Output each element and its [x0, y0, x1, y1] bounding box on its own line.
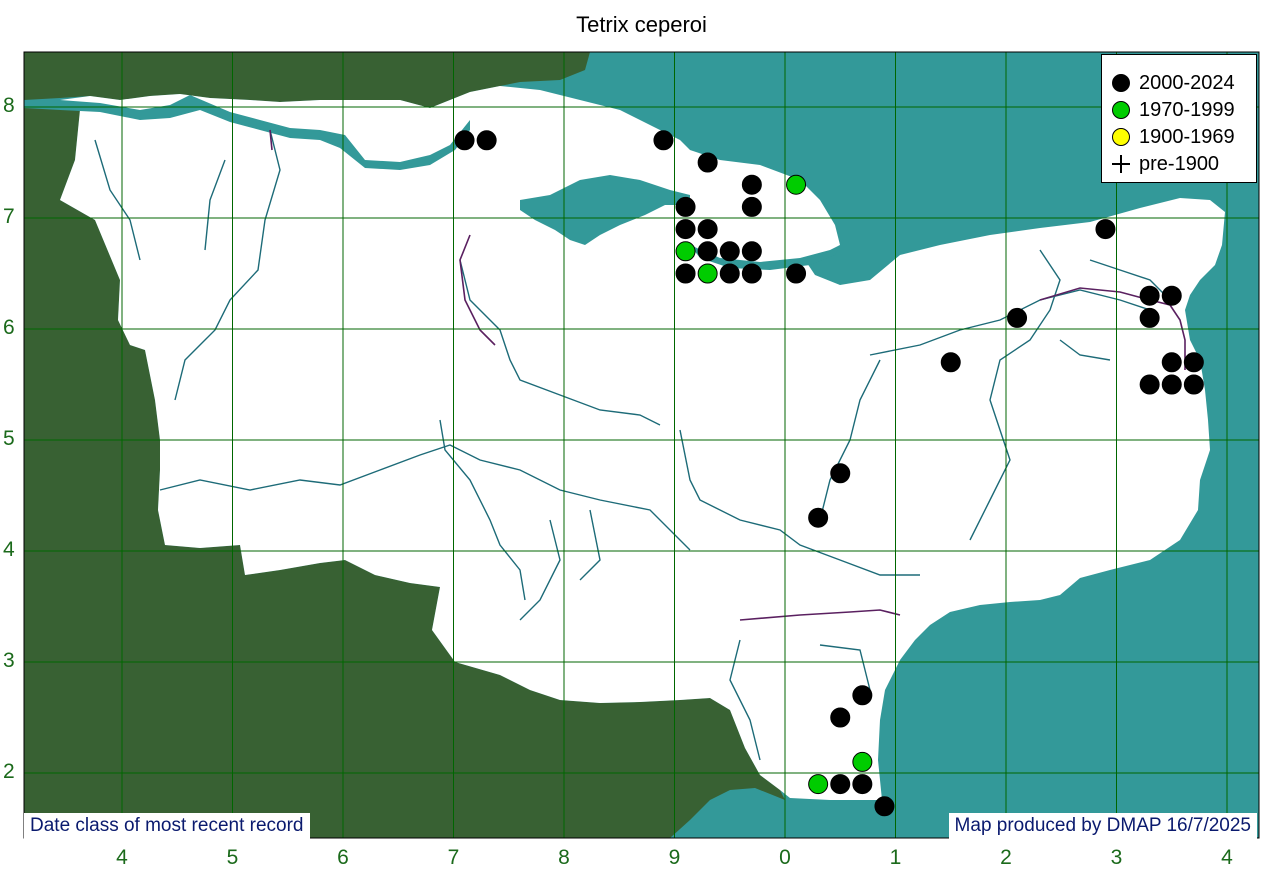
record-dot	[852, 751, 873, 772]
legend-item-pre-1900: pre-1900	[1112, 152, 1219, 176]
record-dot	[697, 219, 718, 240]
record-dot	[852, 685, 873, 706]
record-dot	[741, 174, 762, 195]
record-dot	[741, 241, 762, 262]
legend-item-1900-1969: 1900-1969	[1112, 125, 1235, 149]
record-dot	[940, 352, 961, 373]
record-dot	[697, 241, 718, 262]
x-tick-label: 8	[558, 846, 570, 869]
record-dot	[697, 152, 718, 173]
x-tick-label: 0	[779, 846, 791, 869]
legend-item-2000-2024: 2000-2024	[1112, 71, 1235, 95]
record-dot	[1161, 352, 1182, 373]
x-tick-label: 1	[889, 846, 902, 869]
record-dot	[1139, 285, 1160, 306]
record-dot	[786, 174, 807, 195]
legend-item-1970-1999: 1970-1999	[1112, 98, 1235, 122]
x-tick-label: 2	[1000, 846, 1012, 869]
x-tick-label: 9	[668, 846, 681, 869]
x-tick-label: 6	[337, 846, 349, 869]
record-dot	[653, 130, 674, 151]
y-tick-label: 3	[3, 649, 15, 672]
record-dot	[697, 263, 718, 284]
record-dot	[476, 130, 497, 151]
record-dot	[1139, 374, 1160, 395]
record-dot	[675, 263, 696, 284]
record-dot	[852, 774, 873, 795]
record-dot	[1139, 307, 1160, 328]
distribution-map	[23, 51, 1260, 839]
legend: 2000-2024 1970-1999 1900-1969 pre-1900	[1101, 54, 1257, 183]
record-dot	[454, 130, 475, 151]
record-dot	[808, 774, 829, 795]
y-tick-label: 7	[3, 205, 15, 228]
record-dot	[830, 774, 851, 795]
record-dot	[1161, 285, 1182, 306]
x-tick-label: 4	[116, 846, 128, 869]
record-dot	[719, 241, 740, 262]
x-tick-label: 5	[226, 846, 239, 869]
record-dot	[874, 796, 895, 817]
y-tick-label: 6	[3, 316, 15, 339]
record-dot	[830, 707, 851, 728]
record-dot	[675, 219, 696, 240]
y-tick-label: 5	[3, 427, 15, 450]
record-dot	[808, 507, 829, 528]
record-dot	[786, 263, 807, 284]
record-dot	[830, 463, 851, 484]
yellow-dot-icon	[1112, 128, 1130, 146]
record-dot	[1183, 374, 1204, 395]
record-dot	[675, 196, 696, 217]
record-dot	[1095, 219, 1116, 240]
y-tick-label: 8	[3, 94, 15, 117]
plus-icon	[1112, 155, 1130, 173]
green-dot-icon	[1112, 101, 1130, 119]
footer-date-class: Date class of most recent record	[24, 813, 310, 839]
x-tick-label: 3	[1110, 846, 1123, 869]
x-tick-label: 7	[447, 846, 460, 869]
x-tick-label: 4	[1221, 846, 1233, 869]
y-tick-label: 2	[3, 760, 15, 783]
record-dot	[675, 241, 696, 262]
record-dot	[719, 263, 740, 284]
record-dot	[741, 196, 762, 217]
footer-credit: Map produced by DMAP 16/7/2025	[948, 813, 1257, 839]
black-dot-icon	[1112, 74, 1130, 92]
y-tick-label: 4	[3, 538, 15, 561]
record-dot	[1007, 307, 1028, 328]
record-dot	[741, 263, 762, 284]
record-dot	[1183, 352, 1204, 373]
record-dot	[1161, 374, 1182, 395]
